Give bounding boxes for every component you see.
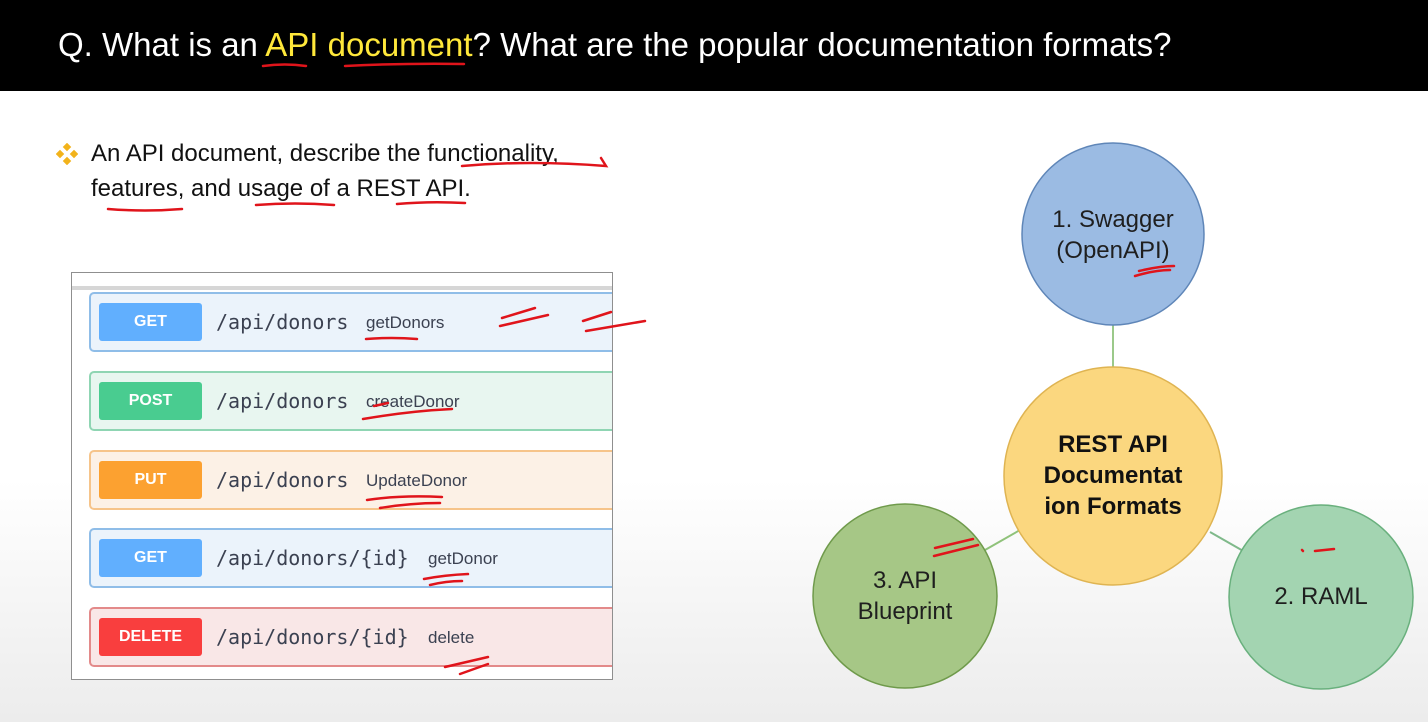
blueprint-label-line: 3. API — [872, 567, 938, 594]
connector-blueprint — [984, 529, 1021, 551]
connector-raml — [1209, 531, 1246, 553]
blueprint-label-line: Blueprint — [857, 598, 953, 625]
formats-diagram — [812, 142, 1414, 690]
raml-label: 2. RAML — [1274, 583, 1368, 610]
swagger-label-line: 1. Swagger — [1052, 206, 1174, 233]
blueprint-label: 3. API Blueprint — [815, 565, 995, 627]
swagger-label-line: (OpenAPI) — [1056, 237, 1170, 264]
center-label-line: ion Formats — [1044, 493, 1182, 520]
center-circle-label: REST API Documentat ion Formats — [1003, 429, 1223, 522]
center-label-line: Documentat — [1043, 462, 1183, 489]
swagger-label: 1. Swagger (OpenAPI) — [1023, 204, 1203, 266]
center-label-line: REST API — [1058, 431, 1168, 458]
